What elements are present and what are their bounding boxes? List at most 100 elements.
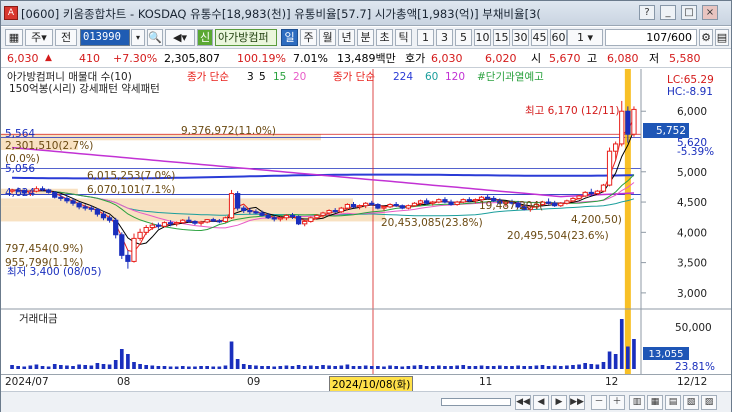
candle[interactable] xyxy=(265,214,271,219)
period-button[interactable]: 년 xyxy=(338,29,355,46)
period-button[interactable]: 월 xyxy=(319,29,336,46)
close-button[interactable]: × xyxy=(702,5,718,20)
period-select[interactable]: 주▾ xyxy=(25,29,53,46)
candle[interactable] xyxy=(308,217,314,222)
group-icon[interactable]: 신 xyxy=(197,29,213,46)
stock-code-input[interactable]: 013990 xyxy=(80,29,130,46)
candle[interactable] xyxy=(570,197,576,202)
interval-button[interactable]: 45 xyxy=(531,29,548,46)
candle[interactable] xyxy=(247,210,253,213)
candle[interactable] xyxy=(119,234,125,256)
candle[interactable] xyxy=(259,212,265,216)
candle[interactable] xyxy=(235,193,241,209)
candle[interactable] xyxy=(253,211,259,214)
candle[interactable] xyxy=(436,199,442,203)
candle[interactable] xyxy=(442,199,448,203)
candle[interactable] xyxy=(295,216,302,225)
candle[interactable] xyxy=(271,217,277,220)
candle[interactable] xyxy=(302,220,308,225)
candle[interactable] xyxy=(564,200,570,204)
candle[interactable] xyxy=(344,203,351,209)
candle[interactable] xyxy=(228,193,235,219)
scroll-first-button[interactable]: ◀◀ xyxy=(515,395,531,410)
candle[interactable] xyxy=(613,143,619,152)
candle[interactable] xyxy=(216,220,222,223)
scroll-last-button[interactable]: ▶▶ xyxy=(569,395,585,410)
interval-button[interactable]: 10 xyxy=(474,29,491,46)
candle[interactable] xyxy=(619,110,625,145)
candle[interactable] xyxy=(180,219,186,224)
candle[interactable] xyxy=(45,189,52,193)
candle[interactable] xyxy=(460,199,466,203)
candle[interactable] xyxy=(625,110,631,135)
candle[interactable] xyxy=(448,201,454,205)
candle[interactable] xyxy=(326,210,332,214)
candle[interactable] xyxy=(161,222,168,227)
scroll-prev-button[interactable]: ◀ xyxy=(533,395,549,410)
zoom-in-button[interactable]: ＋ xyxy=(609,395,625,410)
candle[interactable] xyxy=(332,210,338,213)
candle[interactable] xyxy=(222,217,229,222)
candle[interactable] xyxy=(52,191,58,198)
candle[interactable] xyxy=(338,207,344,213)
candle[interactable] xyxy=(606,150,613,186)
candle[interactable] xyxy=(375,203,381,209)
candle[interactable] xyxy=(167,222,174,225)
candle[interactable] xyxy=(594,190,601,195)
candle[interactable] xyxy=(399,205,405,209)
candle[interactable] xyxy=(631,108,637,135)
candle[interactable] xyxy=(192,220,198,224)
candle[interactable] xyxy=(174,222,180,225)
period-button[interactable]: 틱 xyxy=(395,29,412,46)
candle[interactable] xyxy=(484,196,491,199)
interval-button[interactable]: 5 xyxy=(455,29,472,46)
candle[interactable] xyxy=(393,203,399,207)
settings-icon[interactable]: ⚙ xyxy=(699,29,713,46)
zoom-out-button[interactable]: － xyxy=(591,395,607,410)
code-dropdown[interactable]: ▾ xyxy=(131,29,145,46)
layout-d-icon[interactable]: ▧ xyxy=(683,395,699,410)
candle[interactable] xyxy=(143,226,149,233)
candle[interactable] xyxy=(186,219,192,222)
period-button[interactable]: 초 xyxy=(376,29,393,46)
candle[interactable] xyxy=(204,219,210,223)
minimize-button[interactable]: _ xyxy=(660,5,676,20)
candle[interactable] xyxy=(149,224,155,228)
candle[interactable] xyxy=(113,219,119,236)
interval-button[interactable]: 1 xyxy=(417,29,434,46)
candle[interactable] xyxy=(125,254,131,262)
candle[interactable] xyxy=(314,214,320,219)
layout-a-icon[interactable]: ▥ xyxy=(629,395,645,410)
candle[interactable] xyxy=(552,202,558,207)
candle[interactable] xyxy=(363,202,369,207)
candle[interactable] xyxy=(411,202,418,207)
interval-button[interactable]: 60 xyxy=(550,29,567,46)
layout-c-icon[interactable]: ▤ xyxy=(665,395,681,410)
chart-scrollbar[interactable]: ◀◀ ◀ ▶ ▶▶ － ＋ ▥ ▦ ▤ ▧ ▨ xyxy=(1,391,731,412)
prev-button[interactable]: 전 xyxy=(55,29,77,46)
candle[interactable] xyxy=(277,217,283,220)
speaker-icon[interactable]: ◀▾ xyxy=(165,29,195,46)
interval-button[interactable]: 3 xyxy=(436,29,453,46)
candle[interactable] xyxy=(600,184,607,192)
candle[interactable] xyxy=(88,207,94,210)
candle[interactable] xyxy=(472,199,479,202)
period-button[interactable]: 분 xyxy=(357,29,374,46)
candle[interactable] xyxy=(417,200,424,204)
candle[interactable] xyxy=(350,203,357,208)
candle[interactable] xyxy=(82,206,88,209)
candle[interactable] xyxy=(405,205,411,209)
interval-button[interactable]: 30 xyxy=(512,29,529,46)
candle[interactable] xyxy=(70,200,76,204)
scroll-next-button[interactable]: ▶ xyxy=(551,395,567,410)
candle[interactable] xyxy=(94,208,101,215)
candle[interactable] xyxy=(576,195,582,199)
candle[interactable] xyxy=(210,219,216,222)
search-icon[interactable]: 🔍 xyxy=(147,29,163,46)
candle[interactable] xyxy=(155,224,162,227)
candle[interactable] xyxy=(356,205,363,208)
candle[interactable] xyxy=(241,207,247,212)
candle[interactable] xyxy=(64,197,70,202)
candle[interactable] xyxy=(424,200,430,204)
candle[interactable] xyxy=(76,202,82,208)
